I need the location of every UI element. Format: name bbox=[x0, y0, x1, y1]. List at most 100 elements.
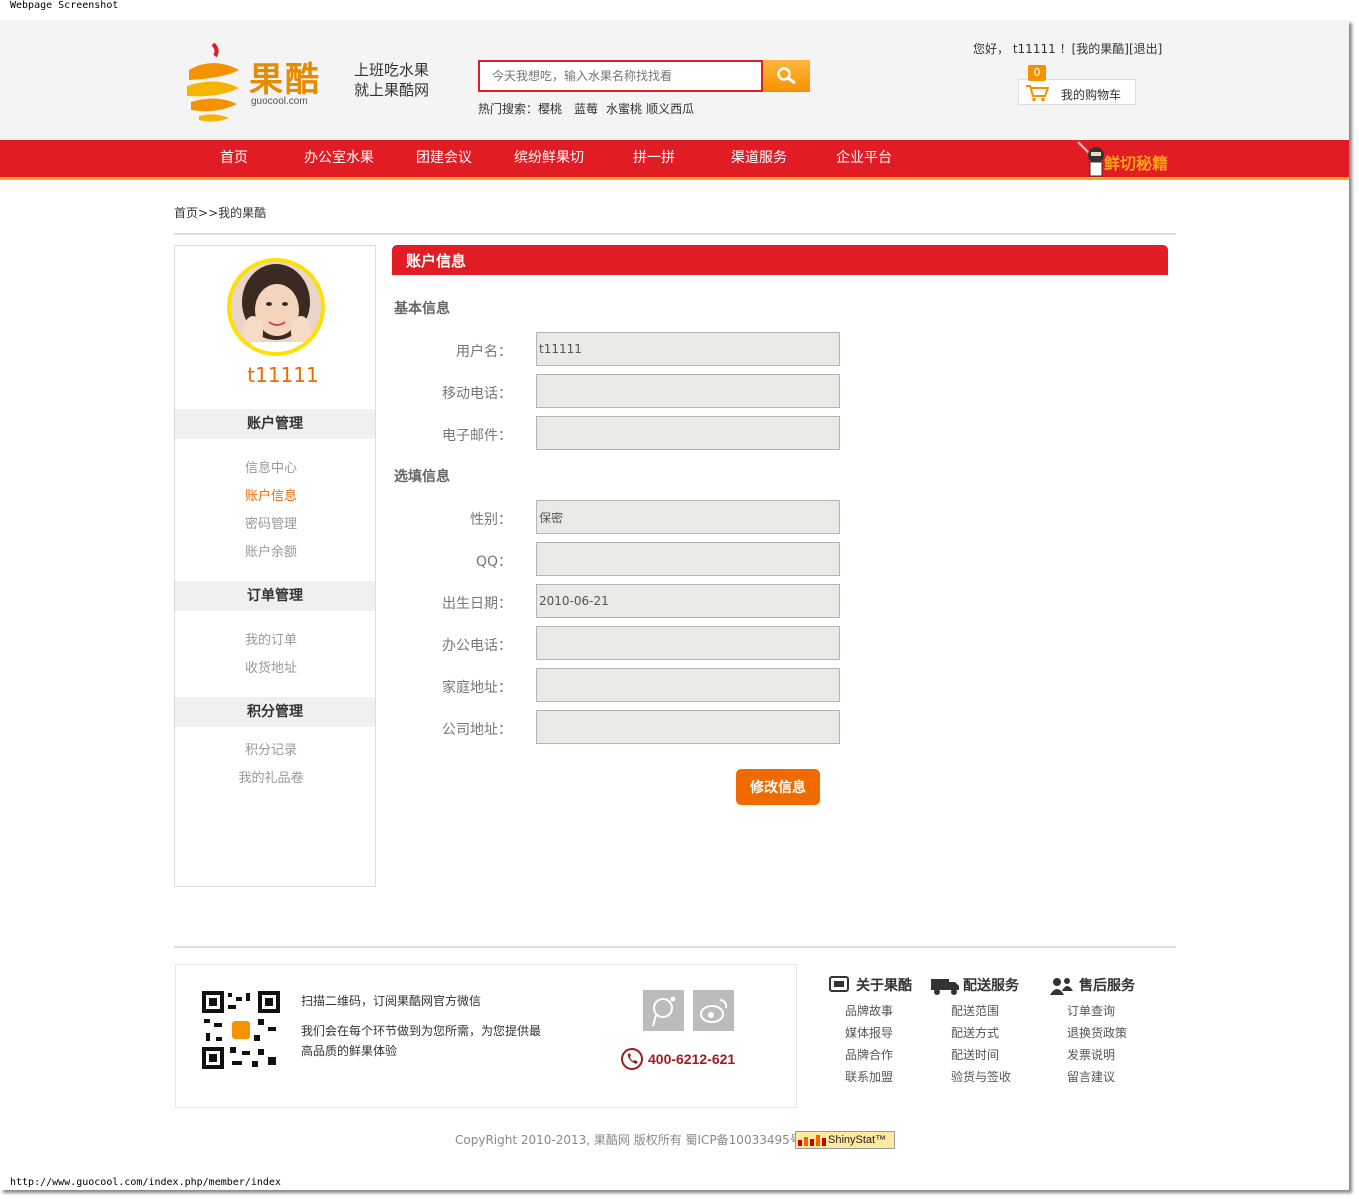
user-greeting: 您好， t11111 ！[我的果酷][退出] bbox=[973, 40, 1162, 57]
slogan-line-1: 上班吃水果 bbox=[354, 61, 430, 79]
sidebar-item-points-log[interactable]: 积分记录 bbox=[175, 739, 367, 758]
footer-link[interactable]: 配送时间 bbox=[951, 1046, 999, 1063]
email-label: 电子邮件： bbox=[442, 428, 512, 444]
hot-search-item[interactable]: 顺义西瓜 bbox=[646, 102, 694, 116]
orange-logo-icon bbox=[187, 42, 239, 122]
username-field[interactable] bbox=[536, 332, 840, 366]
page: 果酷 guocool.com 上班吃水果 就上果酷网 热门搜索：樱桃蓝莓水蜜桃顺… bbox=[0, 20, 1349, 1190]
breadcrumb-sep: >> bbox=[198, 206, 219, 220]
slogan-line-2: 就上果酷网 bbox=[354, 81, 430, 99]
qq-field[interactable] bbox=[536, 542, 840, 576]
delivery-truck-icon bbox=[931, 979, 959, 995]
email-field[interactable] bbox=[536, 416, 840, 450]
sina-weibo-glyph bbox=[700, 999, 728, 1023]
company-address-field[interactable] bbox=[536, 710, 840, 744]
shopping-cart-icon bbox=[1026, 85, 1049, 102]
hot-search-item[interactable]: 蓝莓 bbox=[574, 102, 598, 116]
sidebar: t11111 账户管理 信息中心 账户信息 密码管理 账户余额 订单管理 我的订… bbox=[174, 245, 376, 887]
footer-link[interactable]: 留言建议 bbox=[1067, 1068, 1115, 1085]
qr-code-icon bbox=[202, 991, 280, 1069]
about-icon bbox=[829, 976, 849, 992]
hotline-number: 400-6212-621 bbox=[648, 1051, 736, 1067]
sidebar-item-password[interactable]: 密码管理 bbox=[175, 513, 367, 532]
sidebar-item-addresses[interactable]: 收货地址 bbox=[175, 657, 367, 676]
cart-button[interactable]: 我的购物车 bbox=[1018, 79, 1136, 105]
footer-link[interactable]: 验货与签收 bbox=[951, 1068, 1011, 1085]
slogan: 上班吃水果 就上果酷网 bbox=[354, 60, 429, 100]
logo[interactable]: 果酷 guocool.com bbox=[183, 40, 333, 130]
fresh-cut-promo-banner[interactable]: 鲜切秘籍 bbox=[1072, 140, 1182, 180]
section-optional-info: 选填信息 bbox=[394, 469, 450, 485]
footer-link[interactable]: 媒体报导 bbox=[845, 1024, 893, 1041]
hot-search-item[interactable]: 樱桃 bbox=[538, 102, 562, 116]
hot-search-label: 热门搜索： bbox=[478, 102, 539, 116]
company-address-label: 公司地址： bbox=[442, 722, 512, 738]
office-phone-field[interactable] bbox=[536, 626, 840, 660]
main-title-bar: 账户信息 bbox=[392, 245, 1168, 275]
nav-item-office-fruit[interactable]: 办公室水果 bbox=[278, 140, 400, 177]
footer-wechat-box: 扫描二维码，订阅果酷网官方微信 我们会在每个环节做到为您所需，为您提供最高品质的… bbox=[175, 964, 797, 1108]
sidebar-group-account: 账户管理 bbox=[175, 409, 375, 439]
footer-link[interactable]: 联系加盟 bbox=[845, 1068, 893, 1085]
avatar bbox=[227, 258, 325, 356]
sidebar-item-balance[interactable]: 账户余额 bbox=[175, 541, 367, 560]
footer-link[interactable]: 配送方式 bbox=[951, 1024, 999, 1041]
nav-item-home[interactable]: 首页 bbox=[190, 140, 278, 177]
nav-item-fresh-cut[interactable]: 缤纷鲜果切 bbox=[488, 140, 610, 177]
search-box bbox=[478, 60, 763, 92]
shinystat-label: ShinyStat™ bbox=[828, 1134, 887, 1146]
logout-link[interactable]: [退出] bbox=[1129, 42, 1162, 56]
birthday-label: 出生日期： bbox=[442, 596, 512, 612]
sidebar-item-account-info[interactable]: 账户信息 bbox=[175, 485, 367, 504]
logo-text: 果酷 bbox=[249, 60, 321, 100]
footer-link[interactable]: 品牌故事 bbox=[845, 1002, 893, 1019]
breadcrumb: 首页>>我的果酷 bbox=[174, 204, 266, 221]
breadcrumb-current: 我的果酷 bbox=[218, 206, 267, 220]
nav-item-group-buy[interactable]: 拼一拼 bbox=[610, 140, 698, 177]
birthday-field[interactable] bbox=[536, 584, 840, 618]
sidebar-item-my-orders[interactable]: 我的订单 bbox=[175, 629, 367, 648]
hot-search-item[interactable]: 水蜜桃 bbox=[606, 102, 642, 116]
wechat-description: 我们会在每个环节做到为您所需，为您提供最高品质的鲜果体验 bbox=[301, 1024, 542, 1058]
gender-field[interactable] bbox=[536, 500, 840, 534]
sina-weibo-icon[interactable] bbox=[693, 990, 734, 1031]
qq-weibo-icon[interactable] bbox=[643, 990, 684, 1031]
after-sales-icon bbox=[1050, 978, 1073, 995]
mobile-field[interactable] bbox=[536, 374, 840, 408]
breadcrumb-home[interactable]: 首页 bbox=[174, 206, 198, 220]
footer-link[interactable]: 品牌合作 bbox=[845, 1046, 893, 1063]
search-button[interactable] bbox=[763, 60, 810, 92]
mobile-label: 移动电话： bbox=[442, 386, 512, 402]
footer-col-title-after-sales: 售后服务 bbox=[1079, 978, 1135, 994]
gender-label: 性别： bbox=[470, 512, 512, 528]
footer-divider bbox=[174, 946, 1176, 948]
search-input[interactable] bbox=[492, 62, 752, 90]
office-phone-label: 办公电话： bbox=[442, 638, 512, 654]
footer-link[interactable]: 订单查询 bbox=[1067, 1002, 1115, 1019]
footer-col-title-about: 关于果酷 bbox=[856, 978, 912, 994]
screenshot-label: Webpage Screenshot bbox=[10, 0, 119, 11]
greeting-user: t11111 bbox=[1012, 42, 1056, 56]
footer-link[interactable]: 配送范围 bbox=[951, 1002, 999, 1019]
hot-search: 热门搜索：樱桃 蓝莓 水蜜桃 顺义西瓜 bbox=[478, 100, 702, 117]
greeting-text: 您好， bbox=[973, 42, 1010, 56]
greeting-sep: ！ bbox=[1059, 42, 1072, 56]
footer-link[interactable]: 发票说明 bbox=[1067, 1046, 1115, 1063]
nav-item-team-meeting[interactable]: 团建会议 bbox=[400, 140, 488, 177]
footer-link[interactable]: 退换货政策 bbox=[1067, 1024, 1127, 1041]
avatar-photo bbox=[231, 262, 321, 352]
home-address-label: 家庭地址： bbox=[442, 680, 512, 696]
sidebar-group-points: 积分管理 bbox=[175, 697, 375, 727]
shinystat-badge[interactable]: ShinyStat™ bbox=[795, 1131, 895, 1149]
search-icon bbox=[777, 67, 796, 85]
sidebar-item-info-center[interactable]: 信息中心 bbox=[175, 457, 367, 476]
nav-item-channel[interactable]: 渠道服务 bbox=[698, 140, 820, 177]
nav-item-enterprise[interactable]: 企业平台 bbox=[820, 140, 908, 177]
sidebar-group-orders: 订单管理 bbox=[175, 581, 375, 611]
update-info-button[interactable]: 修改信息 bbox=[736, 769, 820, 805]
copyright: CopyRight 2010-2013, 果酷网 版权所有 蜀ICP备10033… bbox=[455, 1133, 802, 1147]
my-account-link[interactable]: [我的果酷] bbox=[1072, 42, 1129, 56]
home-address-field[interactable] bbox=[536, 668, 840, 702]
footer-col-title-delivery: 配送服务 bbox=[963, 978, 1019, 994]
sidebar-item-gift-vouchers[interactable]: 我的礼品卷 bbox=[175, 767, 367, 786]
